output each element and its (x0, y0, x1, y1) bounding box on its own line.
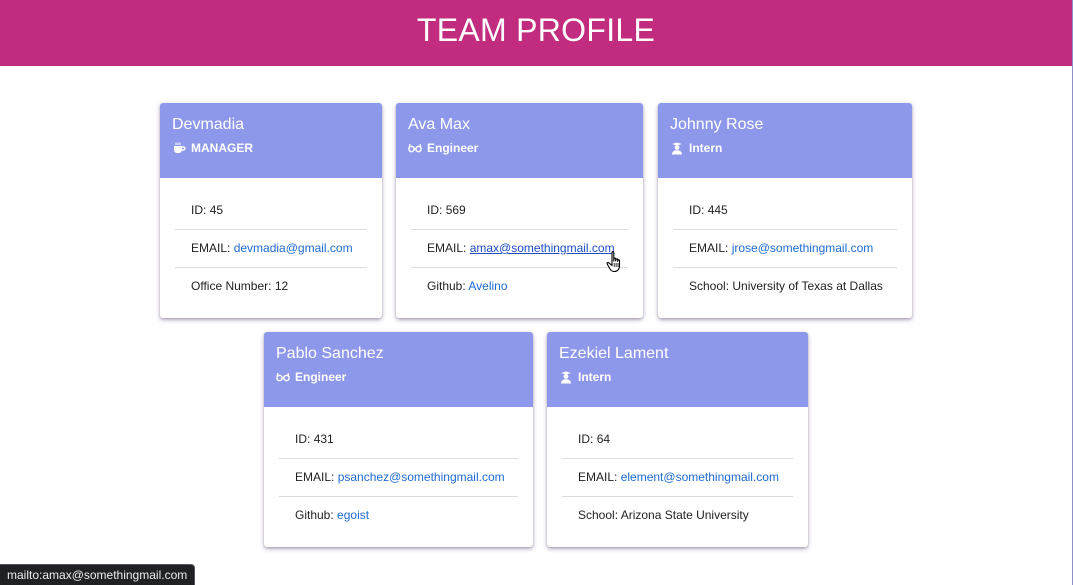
detail-label: ID: (191, 203, 207, 217)
graduate-icon (559, 370, 573, 384)
detail-label: Office Number: (191, 279, 272, 293)
role-label: Engineer (295, 370, 347, 384)
detail-value: Arizona State University (620, 508, 749, 522)
detail-id: ID: 45 (175, 192, 367, 230)
employee-role: Intern (670, 141, 900, 155)
employee-name: Ezekiel Lament (559, 345, 669, 362)
card-header: Pablo Sanchez Engineer (264, 332, 533, 407)
card-details: ID: 64 EMAIL: element@somethingmail.com … (547, 407, 808, 534)
detail-value: 45 (209, 203, 224, 217)
card-details: ID: 445 EMAIL: jrose@somethingmail.com S… (658, 178, 912, 305)
detail-label: ID: (427, 203, 443, 217)
detail-value: 64 (596, 432, 611, 446)
glasses-icon (408, 141, 422, 155)
detail-value: 431 (313, 432, 334, 446)
detail-email: EMAIL: amax@somethingmail.com (411, 230, 628, 268)
employee-name: Devmadia (172, 116, 245, 133)
role-label: MANAGER (191, 141, 253, 155)
detail-label: EMAIL: (295, 470, 335, 484)
detail-github: Github: egoist (279, 497, 518, 534)
page-title: TEAM PROFILE (416, 11, 656, 48)
coffee-mug-icon (172, 141, 186, 155)
card-header: Ava Max Engineer (396, 103, 643, 178)
detail-id: ID: 64 (562, 421, 793, 459)
card-details: ID: 431 EMAIL: psanchez@somethingmail.co… (264, 407, 533, 534)
detail-value: 12 (274, 279, 289, 293)
detail-office: Office Number: 12 (175, 268, 367, 305)
employee-card-ezekiel-lament: Ezekiel Lament Intern ID: 64 EMAIL: elem… (547, 332, 808, 547)
employee-card-ava-max: Ava Max Engineer ID: 569 EMAIL: amax@som… (396, 103, 643, 318)
detail-label: EMAIL: (689, 241, 729, 255)
employee-card-johnny-rose: Johnny Rose Intern ID: 445 EMAIL: jrose@… (658, 103, 912, 318)
detail-school: School: Arizona State University (562, 497, 793, 534)
detail-label: EMAIL: (191, 241, 231, 255)
card-details: ID: 45 EMAIL: devmadia@gmail.com Office … (160, 178, 382, 305)
card-details: ID: 569 EMAIL: amax@somethingmail.com Gi… (396, 178, 643, 305)
detail-label: ID: (689, 203, 705, 217)
glasses-icon (276, 370, 290, 384)
employee-role: MANAGER (172, 141, 370, 155)
card-header: Ezekiel Lament Intern (547, 332, 808, 407)
role-label: Intern (689, 141, 723, 155)
detail-value: 445 (707, 203, 728, 217)
detail-label: Github: (295, 508, 334, 522)
detail-label: Github: (427, 279, 466, 293)
email-link[interactable]: psanchez@somethingmail.com (338, 470, 505, 484)
detail-label: ID: (578, 432, 594, 446)
employee-name: Pablo Sanchez (276, 345, 384, 362)
detail-value: 569 (445, 203, 466, 217)
card-header: Devmadia MANAGER (160, 103, 382, 178)
detail-email: EMAIL: devmadia@gmail.com (175, 230, 367, 268)
email-link[interactable]: element@somethingmail.com (621, 470, 779, 484)
employee-role: Engineer (276, 370, 521, 384)
role-label: Engineer (427, 141, 479, 155)
detail-label: EMAIL: (578, 470, 618, 484)
hand-cursor-icon (606, 250, 626, 274)
detail-id: ID: 445 (673, 192, 897, 230)
github-link[interactable]: Avelino (468, 279, 507, 293)
detail-label: EMAIL: (427, 241, 467, 255)
role-label: Intern (578, 370, 612, 384)
detail-value: University of Texas at Dallas (732, 279, 883, 293)
card-header: Johnny Rose Intern (658, 103, 912, 178)
email-link[interactable]: amax@somethingmail.com (470, 241, 615, 255)
graduate-icon (670, 141, 684, 155)
detail-label: School: (689, 279, 730, 293)
detail-email: EMAIL: psanchez@somethingmail.com (279, 459, 518, 497)
detail-id: ID: 431 (279, 421, 518, 459)
detail-id: ID: 569 (411, 192, 628, 230)
employee-role: Intern (559, 370, 796, 384)
detail-email: EMAIL: jrose@somethingmail.com (673, 230, 897, 268)
detail-school: School: University of Texas at Dallas (673, 268, 897, 305)
employee-card-devmadia: Devmadia MANAGER ID: 45 EMAIL: devmadia@… (160, 103, 382, 318)
detail-github: Github: Avelino (411, 268, 628, 305)
github-link[interactable]: egoist (337, 508, 369, 522)
email-link[interactable]: devmadia@gmail.com (234, 241, 353, 255)
detail-label: School: (578, 508, 619, 522)
page-header: TEAM PROFILE (0, 0, 1072, 66)
detail-email: EMAIL: element@somethingmail.com (562, 459, 793, 497)
detail-label: ID: (295, 432, 311, 446)
link-status-bar: mailto:amax@somethingmail.com (0, 564, 196, 585)
employee-name: Ava Max (408, 116, 470, 133)
employee-role: Engineer (408, 141, 631, 155)
email-link[interactable]: jrose@somethingmail.com (732, 241, 874, 255)
employee-name: Johnny Rose (670, 116, 764, 133)
employee-card-pablo-sanchez: Pablo Sanchez Engineer ID: 431 EMAIL: ps… (264, 332, 533, 547)
